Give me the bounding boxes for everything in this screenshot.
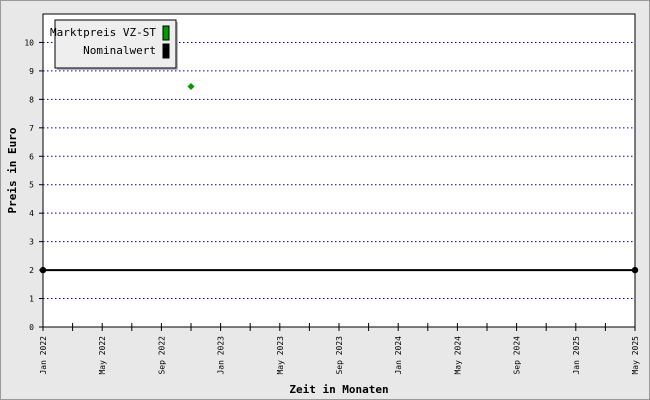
x-axis-title: Zeit in Monaten (289, 383, 388, 396)
x-tick-label: Jan 2025 (572, 336, 581, 375)
y-axis-ticks: 0 1 2 3 4 5 6 7 8 9 10 (24, 38, 43, 332)
x-tick-label: May 2024 (453, 336, 462, 375)
legend: Marktpreis VZ-ST Nominalwert (50, 19, 178, 70)
x-tick-label: Jan 2023 (217, 336, 226, 375)
x-tick-label: Sep 2022 (157, 336, 166, 375)
x-tick-label: May 2023 (276, 336, 285, 375)
x-tick-label: May 2022 (98, 336, 107, 375)
x-tick-label: May 2025 (631, 336, 640, 375)
data-point (39, 266, 47, 274)
x-tick-label: Jan 2022 (39, 336, 48, 375)
legend-swatch (162, 25, 170, 41)
legend-label: Marktpreis VZ-ST (50, 26, 156, 39)
chart-svg: 012345678910 Jan 2022 May 2022 Sep 2022 Jan… (6, 13, 640, 396)
y-tick-label: 7 (29, 124, 34, 133)
y-tick-label: 1 (29, 295, 34, 304)
y-tick-label: 2 (29, 266, 34, 275)
y-tick-label: 0 (29, 323, 34, 332)
x-tick-label: Sep 2023 (335, 336, 344, 375)
x-axis-ticks: Jan 2022 May 2022 Sep 2022 Jan 2023 May 2023… (39, 323, 640, 375)
legend-label: Nominalwert (83, 44, 156, 57)
data-point (631, 266, 639, 274)
x-tick-label: Jan 2024 (394, 336, 403, 375)
y-tick-label: 8 (29, 95, 34, 104)
y-tick-label: 5 (29, 181, 34, 190)
y-tick-label: 6 (29, 152, 34, 161)
y-axis-title: Preis in Euro (6, 127, 19, 213)
y-tick-label: 10 (24, 38, 34, 47)
x-tick-label: Sep 2024 (513, 336, 522, 375)
legend-swatch (162, 43, 170, 59)
y-tick-label: 4 (29, 209, 34, 218)
y-tick-label: 9 (29, 67, 34, 76)
y-tick-label: 3 (29, 238, 34, 247)
